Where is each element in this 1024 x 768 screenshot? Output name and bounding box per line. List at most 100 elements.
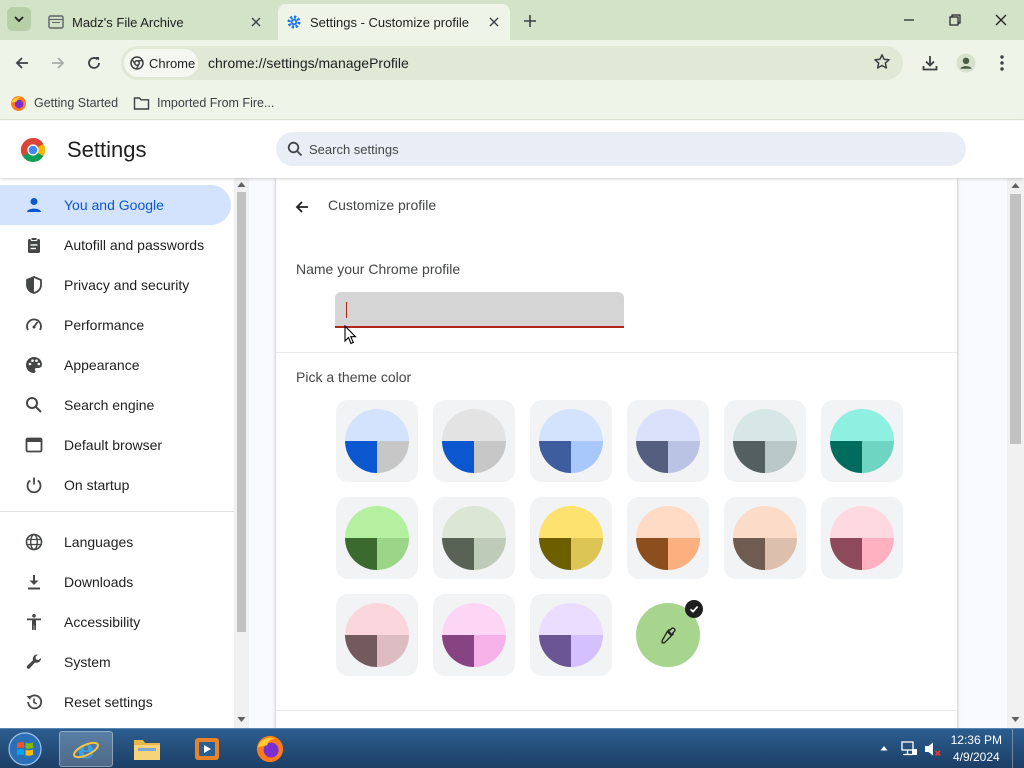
- minimize-button[interactable]: [894, 6, 924, 34]
- nav-reset-settings[interactable]: Reset settings: [0, 682, 231, 722]
- network-icon[interactable]: [900, 741, 918, 757]
- theme-color-swatch[interactable]: [530, 497, 612, 579]
- theme-color-swatch[interactable]: [433, 594, 515, 676]
- theme-color-swatch[interactable]: [821, 400, 903, 482]
- show-hidden-icons-icon[interactable]: [880, 745, 888, 751]
- system-clock[interactable]: 12:36 PM 4/9/2024: [951, 732, 1002, 766]
- mouse-cursor-icon: [344, 325, 357, 345]
- back-button[interactable]: [8, 49, 36, 77]
- sidebar-scrollbar[interactable]: [234, 178, 249, 728]
- nav-label: System: [64, 654, 111, 670]
- downloads-button[interactable]: [916, 49, 944, 77]
- nav-label: Default browser: [64, 437, 163, 453]
- volume-muted-icon[interactable]: [924, 741, 942, 757]
- theme-swatch-circle: [539, 506, 603, 570]
- bookmark-label: Getting Started: [34, 96, 119, 110]
- theme-color-swatch[interactable]: [433, 400, 515, 482]
- nav-system[interactable]: System: [0, 642, 231, 682]
- clipboard-icon: [24, 235, 44, 255]
- theme-swatch-circle: [442, 409, 506, 473]
- main-scroll-thumb[interactable]: [1010, 194, 1021, 444]
- theme-color-swatch[interactable]: [627, 497, 709, 579]
- address-bar[interactable]: Chrome chrome://settings/manageProfile: [121, 46, 903, 80]
- back-arrow-button[interactable]: [290, 195, 314, 219]
- theme-color-swatch[interactable]: [530, 594, 612, 676]
- tab-madz-file-archive[interactable]: Madz's File Archive: [40, 4, 272, 40]
- clock-time: 12:36 PM: [950, 733, 1002, 747]
- nav-you-and-google[interactable]: You and Google: [0, 185, 231, 225]
- profile-name-input[interactable]: [335, 292, 624, 328]
- theme-swatch-circle: [636, 506, 700, 570]
- reset-history-icon: [24, 692, 44, 712]
- arrow-left-icon: [295, 201, 308, 213]
- taskbar-firefox[interactable]: [243, 731, 297, 767]
- theme-swatch-circle: [345, 603, 409, 667]
- settings-search-input[interactable]: [309, 141, 909, 157]
- theme-color-swatch[interactable]: [530, 400, 612, 482]
- chevron-down-icon: [14, 16, 24, 23]
- nav-accessibility[interactable]: Accessibility: [0, 602, 231, 642]
- settings-search-box[interactable]: [276, 132, 966, 166]
- nav-autofill-and-passwords[interactable]: Autofill and passwords: [0, 225, 231, 265]
- nav-on-startup[interactable]: On startup: [0, 465, 231, 505]
- taskbar-file-explorer[interactable]: [120, 731, 174, 767]
- scroll-up-arrow-icon[interactable]: [237, 181, 246, 188]
- start-button[interactable]: [5, 730, 45, 768]
- scroll-down-arrow-icon[interactable]: [1011, 716, 1020, 723]
- nav-appearance[interactable]: Appearance: [0, 345, 231, 385]
- close-window-button[interactable]: [986, 6, 1016, 34]
- theme-color-swatch[interactable]: [336, 400, 418, 482]
- nav-search-engine[interactable]: Search engine: [0, 385, 231, 425]
- search-icon: [24, 395, 44, 415]
- wrench-icon: [24, 652, 44, 672]
- taskbar-internet-explorer[interactable]: e: [59, 731, 113, 767]
- plus-icon: [524, 15, 536, 27]
- gear-icon: [286, 14, 302, 30]
- bookmark-star-icon[interactable]: [873, 53, 891, 76]
- bookmark-folder-imported[interactable]: Imported From Fire...: [133, 93, 274, 113]
- close-tab-icon[interactable]: [248, 14, 264, 30]
- theme-color-swatch[interactable]: [724, 497, 806, 579]
- tab-settings-customize-profile[interactable]: Settings - Customize profile: [278, 4, 510, 40]
- close-tab-icon[interactable]: [486, 14, 502, 30]
- theme-color-swatch[interactable]: [627, 400, 709, 482]
- show-desktop-button[interactable]: [1012, 729, 1024, 768]
- forward-button[interactable]: [44, 49, 72, 77]
- reload-icon: [88, 57, 100, 69]
- main-scrollbar[interactable]: [1007, 178, 1024, 728]
- site-info-chip[interactable]: Chrome: [124, 49, 198, 77]
- theme-color-swatch[interactable]: [336, 594, 418, 676]
- custom-color-swatch[interactable]: [627, 594, 709, 676]
- theme-color-swatch[interactable]: [433, 497, 515, 579]
- nav-label: Reset settings: [64, 694, 153, 710]
- sidebar-scroll-thumb[interactable]: [237, 192, 246, 632]
- new-tab-button[interactable]: [518, 10, 542, 32]
- chrome-menu-button[interactable]: [988, 49, 1016, 77]
- theme-color-swatch[interactable]: [724, 400, 806, 482]
- nav-default-browser[interactable]: Default browser: [0, 425, 231, 465]
- restore-icon: [949, 14, 961, 26]
- scroll-down-arrow-icon[interactable]: [237, 716, 246, 723]
- folder-icon: [134, 740, 160, 760]
- bookmark-label: Imported From Fire...: [157, 96, 275, 110]
- bookmark-getting-started[interactable]: Getting Started: [10, 93, 118, 113]
- nav-performance[interactable]: Performance: [0, 305, 231, 345]
- theme-color-swatch[interactable]: [336, 497, 418, 579]
- profile-button[interactable]: [952, 49, 980, 77]
- taskbar-media-player[interactable]: [180, 731, 234, 767]
- url-text[interactable]: chrome://settings/manageProfile: [208, 55, 409, 71]
- theme-color-swatch[interactable]: [821, 497, 903, 579]
- nav-downloads[interactable]: Downloads: [0, 562, 231, 602]
- nav-privacy-and-security[interactable]: Privacy and security: [0, 265, 231, 305]
- nav-label: Accessibility: [64, 614, 141, 630]
- nav-languages[interactable]: Languages: [0, 522, 231, 562]
- reload-button[interactable]: [80, 49, 108, 77]
- scroll-up-arrow-icon[interactable]: [1011, 182, 1020, 189]
- tab-search-button[interactable]: [7, 7, 31, 31]
- customize-profile-card: Customize profile Name your Chrome profi…: [276, 178, 957, 738]
- theme-swatch-circle: [830, 506, 894, 570]
- shield-icon: [24, 275, 44, 295]
- nav-label: Autofill and passwords: [64, 237, 205, 253]
- restore-button[interactable]: [940, 6, 970, 34]
- settings-sidebar: You and Google Autofill and passwords Pr…: [0, 178, 234, 728]
